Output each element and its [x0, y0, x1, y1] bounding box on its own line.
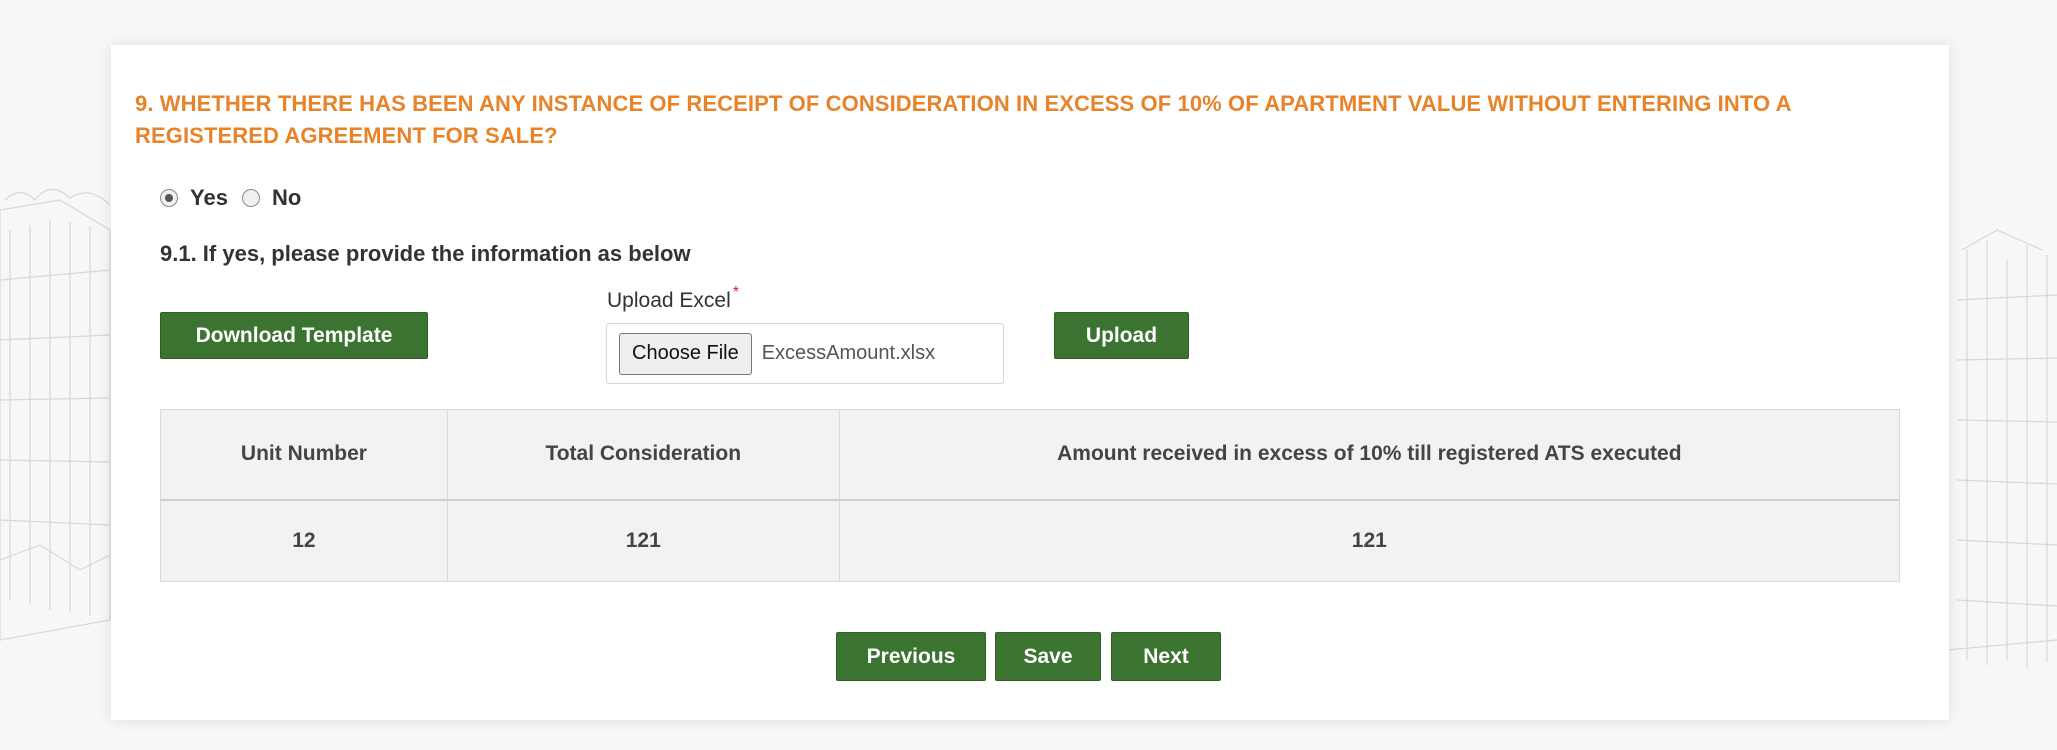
question-heading: 9. WHETHER THERE HAS BEEN ANY INSTANCE O…: [135, 91, 1791, 148]
upload-button[interactable]: Upload: [1054, 312, 1189, 359]
download-template-button[interactable]: Download Template: [160, 312, 428, 359]
radio-no[interactable]: [241, 189, 260, 207]
save-button[interactable]: Save: [995, 632, 1101, 681]
table-header-row: Unit Number Total Consideration Amount r…: [160, 409, 1901, 500]
required-marker: *: [732, 284, 739, 301]
cell-unit-number: 12: [160, 499, 448, 582]
yes-no-radio-group: Yes No: [160, 185, 315, 211]
next-button[interactable]: Next: [1111, 632, 1221, 681]
upload-excel-label-text: Upload Excel: [607, 289, 731, 312]
sub-question-label: 9.1. If yes, please provide the informat…: [160, 241, 691, 266]
selected-file-name: ExcessAmount.xlsx: [761, 342, 936, 364]
upload-excel-label: Upload Excel *: [607, 284, 739, 313]
table-row: 12 121 121: [160, 499, 1901, 582]
background-sketch-left: [0, 188, 111, 641]
radio-selected-dot: [165, 194, 173, 202]
background-sketch-right: [1947, 229, 2057, 668]
column-header-amount-received: Amount received in excess of 10% till re…: [838, 409, 1901, 500]
previous-button[interactable]: Previous: [836, 632, 986, 681]
cell-total-consideration: 121: [446, 499, 840, 582]
radio-no-label[interactable]: No: [272, 185, 301, 211]
form-card: 9. WHETHER THERE HAS BEEN ANY INSTANCE O…: [111, 45, 1949, 720]
excess-amount-table: Unit Number Total Consideration Amount r…: [160, 409, 1901, 582]
column-header-unit-number: Unit Number: [160, 409, 448, 500]
choose-file-button[interactable]: Choose File: [619, 332, 752, 375]
column-header-total-consideration: Total Consideration: [446, 409, 840, 500]
cell-amount-received: 121: [838, 499, 1901, 582]
radio-yes-label[interactable]: Yes: [190, 185, 228, 211]
radio-yes[interactable]: [160, 189, 178, 207]
file-input[interactable]: Choose File ExcessAmount.xlsx: [606, 323, 1004, 384]
